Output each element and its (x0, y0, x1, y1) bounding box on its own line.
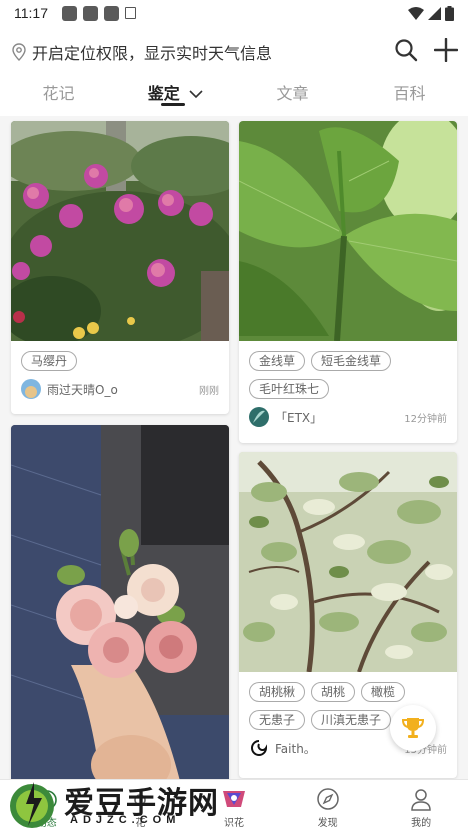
nav-discover[interactable]: 发现 (281, 780, 375, 833)
identify-feed[interactable]: 马缨丹 雨过天晴O_o 刚刚 金线草 短毛金线草 毛叶红珠七 「ETX」 12分… (0, 116, 468, 779)
species-tag[interactable]: 毛叶红珠七 (249, 379, 330, 399)
username[interactable]: 「ETX」 (275, 409, 404, 426)
avatar[interactable] (249, 407, 269, 427)
compass-icon (316, 788, 339, 810)
timestamp: 12分钟前 (404, 413, 447, 425)
nav-mine[interactable]: 我的 (374, 780, 468, 833)
timestamp: 刚刚 (199, 385, 219, 397)
identify-card[interactable] (11, 425, 229, 779)
active-tab-indicator (161, 103, 185, 106)
species-tag[interactable]: 无患子 (249, 710, 306, 730)
bottom-navigation: 动态 花 识花 发现 我的 (0, 779, 468, 833)
person-icon (411, 789, 431, 811)
location-permission-row[interactable]: 开启定位权限，显示实时天气信息 (12, 40, 272, 64)
species-tag[interactable]: 金线草 (249, 351, 306, 371)
flower-icon (134, 794, 147, 806)
add-icon[interactable] (434, 38, 458, 62)
notification-icon (83, 5, 98, 21)
camera-icon (222, 791, 245, 807)
post-photo (239, 452, 457, 672)
species-tag[interactable]: 橄榄 (361, 682, 406, 702)
tab-articles[interactable]: 文章 (234, 76, 351, 104)
wifi-icon (408, 6, 424, 20)
leaderboard-button[interactable] (390, 705, 436, 751)
avatar[interactable] (21, 379, 41, 399)
avatar[interactable] (249, 738, 269, 758)
location-pin-icon (12, 43, 26, 61)
post-meta: 「ETX」 12分钟前 (239, 399, 457, 427)
species-tag[interactable]: 胡桃楸 (249, 682, 306, 702)
signal-icon (428, 6, 441, 20)
username[interactable]: 雨过天晴O_o (47, 381, 199, 398)
tab-flower-notes[interactable]: 花记 (0, 76, 117, 104)
status-bar: 11:17 (0, 0, 468, 26)
location-permission-text: 开启定位权限，显示实时天气信息 (32, 44, 273, 63)
species-tag[interactable]: 短毛金线草 (311, 351, 392, 371)
nav-flower[interactable]: 花 (94, 780, 188, 833)
tab-encyclopedia[interactable]: 百科 (351, 76, 468, 104)
post-photo (239, 121, 457, 341)
notification-icon (62, 5, 77, 21)
species-tag[interactable]: 马缨丹 (21, 351, 78, 371)
nav-feed[interactable]: 动态 (0, 780, 94, 833)
post-meta: 雨过天晴O_o 刚刚 (11, 371, 229, 399)
post-photo (11, 425, 229, 779)
species-tag[interactable]: 川滇无患子 (311, 710, 392, 730)
chevron-down-icon (189, 90, 203, 99)
tab-bar: 花记 鉴定 文章 百科 (0, 76, 468, 106)
trophy-icon (401, 718, 425, 738)
species-tag[interactable]: 胡桃 (311, 682, 356, 702)
tag-list: 金线草 短毛金线草 毛叶红珠七 (239, 341, 457, 399)
tag-list: 马缨丹 (11, 341, 229, 371)
identify-card[interactable]: 马缨丹 雨过天晴O_o 刚刚 (11, 121, 229, 414)
tab-identify[interactable]: 鉴定 (117, 76, 234, 106)
sim-icon (125, 7, 136, 19)
battery-icon (445, 5, 454, 21)
status-time: 11:17 (14, 5, 48, 21)
header: 开启定位权限，显示实时天气信息 花记 鉴定 文章 百科 (0, 26, 468, 116)
nav-identify-flower[interactable]: 识花 (187, 780, 281, 833)
search-icon[interactable] (394, 38, 418, 62)
home-icon (36, 790, 57, 810)
username[interactable]: Faith。 (275, 740, 404, 757)
identify-card[interactable]: 金线草 短毛金线草 毛叶红珠七 「ETX」 12分钟前 (239, 121, 457, 443)
notification-icon (104, 5, 119, 21)
post-photo (11, 121, 229, 341)
